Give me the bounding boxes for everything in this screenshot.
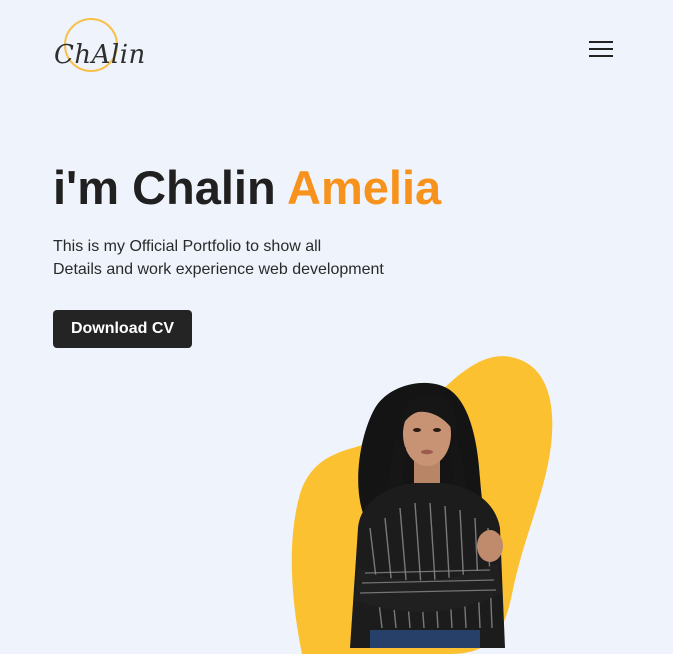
download-cv-button[interactable]: Download CV — [53, 310, 192, 348]
hero-title-name: i'm Chalin — [53, 161, 288, 214]
hero-description-line-1: This is my Official Portfolio to show al… — [53, 238, 322, 255]
profile-portrait — [350, 382, 505, 648]
hero-description-line-2: Details and work experience web developm… — [53, 261, 384, 278]
hero-title-accent: Amelia — [287, 161, 442, 214]
site-header: ChAlin — [0, 0, 673, 100]
hero-description: This is my Official Portfolio to show al… — [53, 235, 384, 281]
logo[interactable]: ChAlin — [52, 16, 162, 80]
hero-title: i'm Chalin Amelia — [53, 160, 441, 216]
logo-text: ChAlin — [54, 40, 146, 70]
hamburger-menu-icon[interactable] — [586, 36, 616, 62]
